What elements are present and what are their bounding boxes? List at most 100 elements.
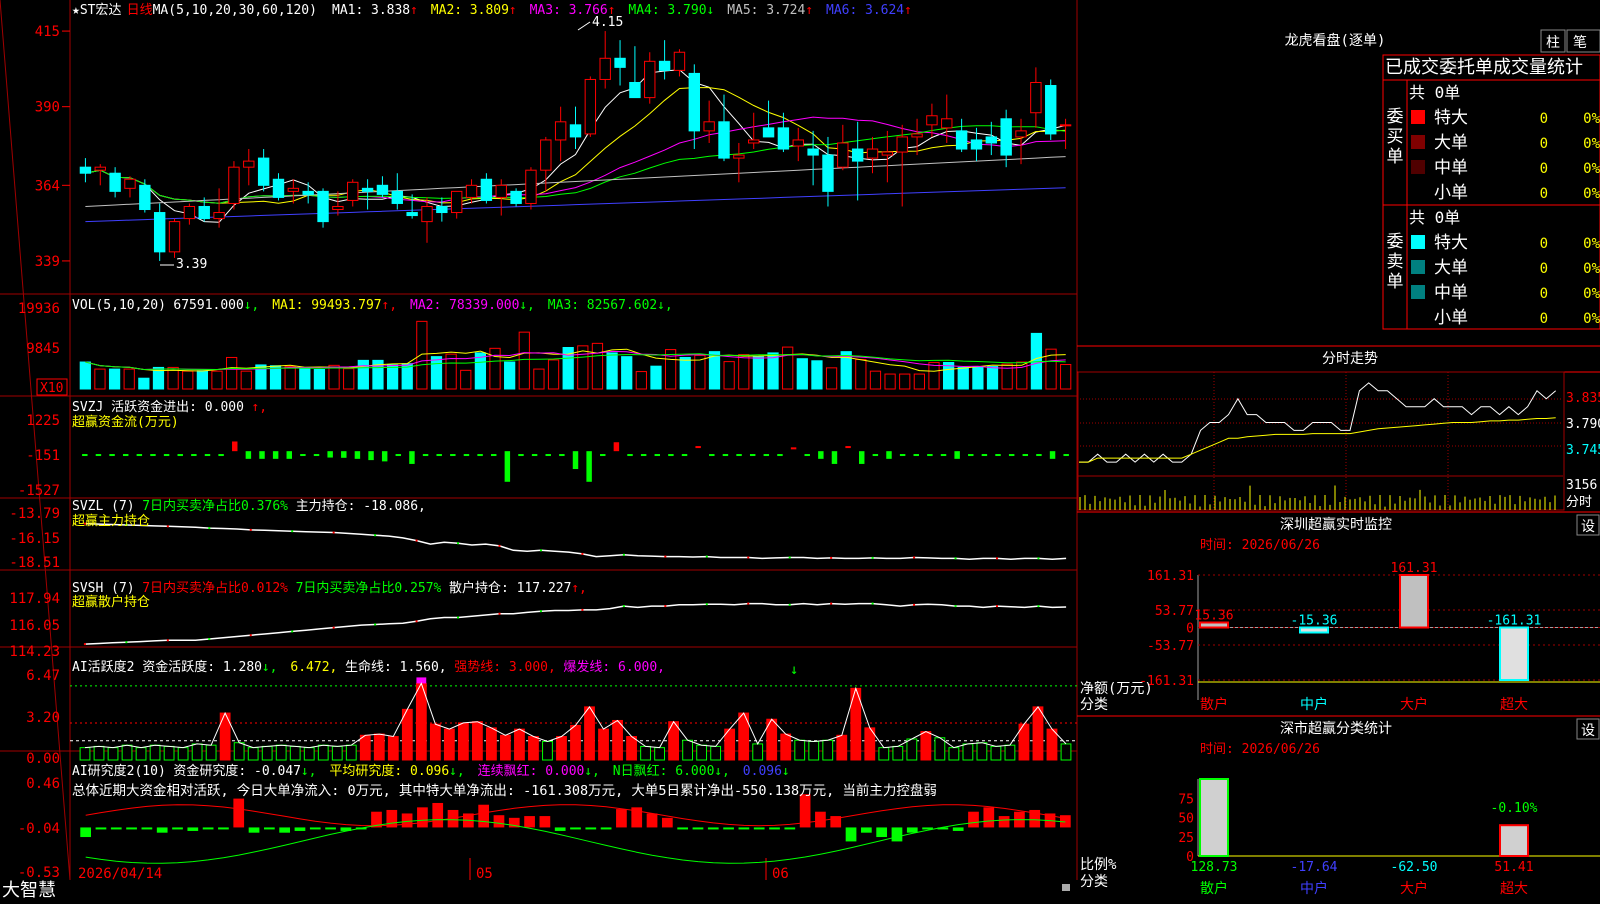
activity-bar <box>822 739 834 761</box>
svzl-dot <box>664 555 667 558</box>
classification-category-label: 超大 <box>1500 881 1528 897</box>
activity-bar <box>317 744 329 761</box>
svsh-dot <box>871 602 874 605</box>
activity-bar <box>1060 743 1072 761</box>
activity-bar <box>990 745 1002 761</box>
ma-value: 3.790 <box>667 3 706 18</box>
buy_group-row-pct: 0% <box>1583 136 1600 152</box>
volume-ma-value: 78339.000 <box>449 298 519 313</box>
sell_group-row-count: 0 <box>1540 311 1548 327</box>
activity-bar <box>542 740 553 761</box>
money-flow-bar <box>409 451 415 464</box>
realtime-category-label: 中户 <box>1300 696 1328 713</box>
volume-bar <box>811 360 823 390</box>
svzl-dot <box>208 527 211 530</box>
research-bar <box>692 827 704 830</box>
activity-bar <box>121 744 133 761</box>
activity-arrow: ↓, <box>262 660 278 675</box>
research-bar <box>110 827 122 830</box>
ma-value: 3.724 <box>766 3 805 18</box>
candle <box>554 121 567 141</box>
ma-value: 3.809 <box>470 3 509 18</box>
money-flow-bar <box>177 454 183 457</box>
activity-bar <box>808 740 820 761</box>
money-flow-bar <box>381 451 388 462</box>
volume-ma-name: MA2: <box>410 298 441 313</box>
research-bar <box>248 827 260 833</box>
activity-bar <box>836 734 848 761</box>
activity-tick-label: 6.47 <box>26 668 60 684</box>
svsh-dot <box>208 638 211 641</box>
flow-tick-label: -1527 <box>18 483 60 499</box>
avg-research: 平均研究度: 0.096 <box>329 763 449 779</box>
realtime-value-label: 15.36 <box>1194 609 1233 624</box>
candle <box>807 148 819 156</box>
volume-bar <box>635 371 647 390</box>
money-flow-bar <box>232 441 238 452</box>
sell_group-row-name: 中单 <box>1434 283 1468 303</box>
candle <box>644 60 656 99</box>
svzl-dot <box>871 556 874 559</box>
volume-bar <box>240 370 252 390</box>
candle <box>257 157 270 186</box>
research-bar <box>156 827 168 833</box>
candle <box>183 205 196 220</box>
candle <box>584 78 597 135</box>
volume-ma-arrow: ↓, <box>519 298 535 313</box>
research-arrow: ↓, <box>449 764 465 779</box>
flow-tick-label: -151 <box>26 448 60 464</box>
candle <box>79 166 92 174</box>
buy_group-row-pct: 0% <box>1583 186 1600 202</box>
money-flow-bar <box>109 454 115 457</box>
svzl-dot <box>705 555 708 558</box>
sell_group-row-count: 0 <box>1540 236 1548 252</box>
svzl-dot <box>539 549 542 552</box>
research-bar <box>753 827 765 830</box>
money-flow-bar <box>859 451 865 464</box>
volume-bar <box>474 352 487 390</box>
candle <box>970 139 983 150</box>
research-bar <box>769 827 780 830</box>
buy_group-row-pct: 0% <box>1583 111 1600 127</box>
classification-bar <box>1199 778 1229 857</box>
classification-settings-label: 设 <box>1581 723 1595 739</box>
volume-bar <box>913 373 925 390</box>
candle <box>228 166 240 204</box>
candle <box>881 151 894 156</box>
classification-tick-label: 50 <box>1178 812 1194 827</box>
money-flow-bar <box>981 454 988 457</box>
volume-arrow: ↓, <box>244 298 260 313</box>
realtime-value-label: -161.31 <box>1487 614 1542 629</box>
buy_group-label: 单 <box>1387 147 1404 167</box>
volume-ma-arrow: ↑, <box>381 298 397 313</box>
research-bar <box>723 827 734 830</box>
activity-bar <box>682 739 694 761</box>
activity-arrow-marker: ↓ <box>790 662 798 678</box>
classification-time: 时间: 2026/06/26 <box>1200 742 1320 757</box>
buy_group-row-count: 0 <box>1540 111 1548 127</box>
activity-bar <box>1032 706 1044 761</box>
activity-bar <box>528 736 539 761</box>
svsh-dot <box>291 630 294 633</box>
stats-title: 已成交委托单成交量统计 <box>1385 57 1583 78</box>
money-flow-bar <box>218 454 224 457</box>
svzl-dot <box>332 531 335 534</box>
sell_group-swatch <box>1411 235 1425 249</box>
money-flow-bar <box>927 454 933 457</box>
candle <box>391 190 403 204</box>
volume-bar <box>591 342 604 390</box>
candle <box>703 121 715 132</box>
activity-bar <box>654 747 665 761</box>
classification-tick-label: 25 <box>1178 831 1194 846</box>
candle <box>465 184 478 198</box>
activity-bar <box>93 745 105 761</box>
money-flow-bar <box>1022 454 1029 457</box>
volume-bar <box>825 367 838 390</box>
volume-bar <box>211 370 223 390</box>
candle <box>673 51 686 71</box>
candle <box>748 139 760 144</box>
research-bar <box>80 827 92 838</box>
volume-bar <box>752 356 765 390</box>
activity-bar <box>247 747 259 761</box>
svzl-dot <box>457 542 460 545</box>
